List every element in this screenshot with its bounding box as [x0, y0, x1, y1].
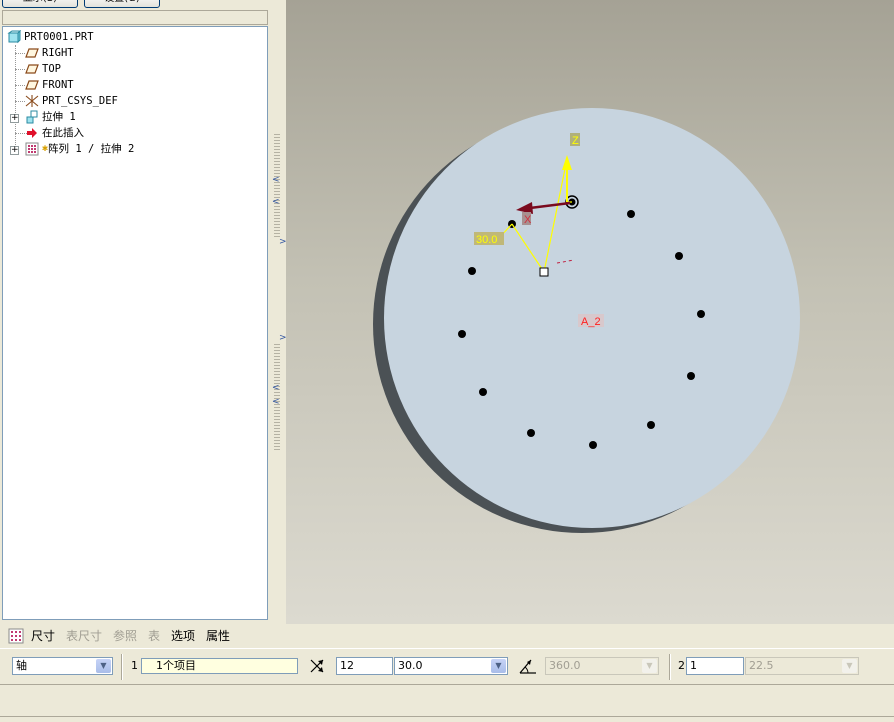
- expand-toggle[interactable]: +: [10, 146, 19, 155]
- pattern-hole[interactable]: [527, 429, 535, 437]
- status-divider: [0, 716, 894, 717]
- tree-item-top[interactable]: TOP: [25, 61, 61, 77]
- angular-extent-value: 360.0: [549, 659, 581, 672]
- separator: [669, 654, 671, 680]
- splitter-grip[interactable]: [274, 134, 280, 238]
- axis-a2-label[interactable]: A_2: [581, 316, 601, 328]
- pattern-icon: [25, 142, 39, 156]
- pattern-hole[interactable]: [468, 267, 476, 275]
- angle-dimension-value[interactable]: 30.0: [476, 234, 497, 246]
- tab-dimensions[interactable]: 尺寸: [31, 629, 55, 643]
- show-button[interactable]: 显示(S): [2, 0, 78, 8]
- tree-item-label: 在此插入: [42, 127, 84, 139]
- part-icon: [7, 29, 22, 44]
- csys-icon: [25, 94, 39, 108]
- pattern-hole[interactable]: [479, 388, 487, 396]
- tab-options[interactable]: 选项: [171, 629, 195, 643]
- pattern-hole[interactable]: [647, 421, 655, 429]
- collapse-left-icon[interactable]: <: [272, 176, 280, 185]
- tree-item-pattern-1[interactable]: ✱阵列 1 / 拉伸 2: [25, 141, 134, 157]
- angular-extent-select[interactable]: 360.0 ▼: [545, 657, 659, 675]
- tree-item-label: PRT_CSYS_DEF: [42, 95, 118, 107]
- extrude-icon: [25, 110, 39, 124]
- tree-connector: [15, 85, 25, 86]
- collapse-left-icon[interactable]: <: [272, 198, 280, 207]
- dashboard-tab-bar: 尺寸 表尺寸 参照 表 选项 属性: [0, 624, 894, 648]
- tree-header: [2, 10, 268, 25]
- tab-table-dimensions[interactable]: 表尺寸: [66, 629, 102, 643]
- first-direction-number: 1: [131, 659, 138, 672]
- increment-select[interactable]: 30.0 ▼: [394, 657, 508, 675]
- pattern-type-select[interactable]: 轴 ▼: [12, 657, 113, 675]
- tree-item-label: RIGHT: [42, 47, 74, 59]
- expand-toggle[interactable]: +: [10, 114, 19, 123]
- x-axis-label: X: [524, 214, 532, 226]
- tree-connector: [15, 69, 25, 70]
- increment-value: 30.0: [398, 659, 423, 672]
- model-tree[interactable]: PRT0001.PRT RIGHT TOP FRONT PRT_CSYS_DEF: [2, 26, 268, 620]
- tree-item-right[interactable]: RIGHT: [25, 45, 74, 61]
- z-axis-label: Z: [572, 135, 579, 147]
- first-direction-collector[interactable]: 1个项目: [141, 658, 298, 674]
- insert-here-arrow-icon: [25, 126, 39, 140]
- tree-item-csys[interactable]: PRT_CSYS_DEF: [25, 93, 118, 109]
- pattern-type-value: 轴: [16, 659, 27, 672]
- tree-connector: [15, 45, 16, 151]
- rotation-center-marker[interactable]: [539, 267, 549, 277]
- datum-plane-icon: [25, 62, 39, 76]
- chevron-down-icon[interactable]: ▼: [842, 659, 857, 673]
- tree-item-label: PRT0001.PRT: [24, 31, 94, 43]
- pattern-hole[interactable]: [589, 441, 597, 449]
- pattern-hole[interactable]: [458, 330, 466, 338]
- member-count-input[interactable]: 12: [336, 657, 393, 675]
- angular-extent-icon[interactable]: [518, 656, 538, 679]
- tree-item-front[interactable]: FRONT: [25, 77, 74, 93]
- chevron-down-icon[interactable]: ▼: [96, 659, 111, 673]
- tab-references[interactable]: 参照: [113, 629, 137, 643]
- second-direction-count-input[interactable]: 1: [686, 657, 744, 675]
- pattern-hole[interactable]: [675, 252, 683, 260]
- second-increment-value: 22.5: [749, 659, 774, 672]
- tree-item-label: TOP: [42, 63, 61, 75]
- tree-connector: [15, 53, 25, 54]
- model-tree-panel: 显示(S) 设置(G) PRT0001.PRT RIGHT TOP: [0, 0, 272, 624]
- panel-splitter[interactable]: < < > > < <: [270, 0, 287, 624]
- separator: [121, 654, 123, 680]
- tree-connector: [15, 101, 25, 102]
- tree-item-extrude-1[interactable]: 拉伸 1: [25, 109, 76, 125]
- collapse-left-icon[interactable]: <: [272, 398, 280, 407]
- second-direction-number: 2: [678, 659, 685, 672]
- datum-plane-icon: [25, 78, 39, 92]
- graphics-window[interactable]: Z X 30.0 A_2: [286, 0, 894, 624]
- pattern-hole[interactable]: [697, 310, 705, 318]
- second-increment-select[interactable]: 22.5 ▼: [745, 657, 859, 675]
- chevron-down-icon[interactable]: ▼: [491, 659, 506, 673]
- tab-table[interactable]: 表: [148, 629, 160, 643]
- datum-plane-icon: [25, 46, 39, 60]
- pattern-hole[interactable]: [687, 372, 695, 380]
- flip-direction-icon[interactable]: [308, 657, 326, 678]
- tree-item-insert-here[interactable]: 在此插入: [25, 125, 84, 141]
- chevron-down-icon[interactable]: ▼: [642, 659, 657, 673]
- pattern-hole[interactable]: [627, 210, 635, 218]
- tree-item-label: 阵列 1 / 拉伸 2: [48, 143, 135, 155]
- grid-icon: [8, 628, 24, 647]
- tree-item-root[interactable]: PRT0001.PRT: [7, 29, 94, 45]
- settings-button[interactable]: 设置(G): [84, 0, 160, 8]
- collapse-left-icon[interactable]: <: [272, 384, 280, 393]
- tree-item-label: FRONT: [42, 79, 74, 91]
- tree-item-label: 拉伸 1: [42, 111, 76, 123]
- tab-properties[interactable]: 属性: [206, 629, 230, 643]
